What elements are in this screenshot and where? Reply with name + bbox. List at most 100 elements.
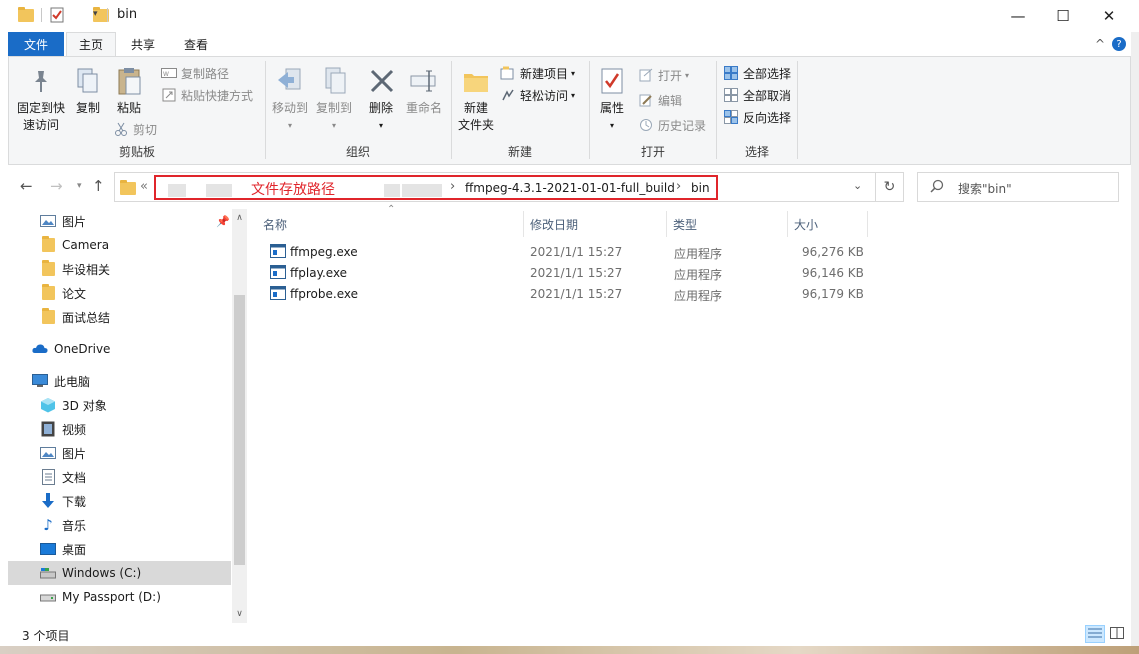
close-button[interactable]: ✕ bbox=[1086, 0, 1132, 32]
select-none-button[interactable]: 全部取消 bbox=[723, 85, 791, 105]
select-group: 全部选择 全部取消 反向选择 选择 bbox=[717, 57, 797, 164]
pin-quick-access-button[interactable]: 固定到快 速访问 bbox=[13, 65, 69, 134]
select-group-label: 选择 bbox=[744, 145, 769, 159]
redacted-path bbox=[206, 184, 232, 197]
nav-item-onedrive[interactable]: OneDrive bbox=[8, 337, 231, 361]
file-size: 96,276 KB bbox=[802, 245, 864, 259]
help-button[interactable]: ? bbox=[1111, 32, 1127, 56]
tab-home[interactable]: 主页 bbox=[66, 32, 116, 56]
scroll-up-icon[interactable]: ∧ bbox=[232, 211, 247, 225]
open-button[interactable]: 打开 ▾ bbox=[638, 65, 689, 85]
select-all-button[interactable]: 全部选择 bbox=[723, 63, 791, 83]
nav-scrollbar[interactable]: ∧ ∨ bbox=[232, 209, 247, 623]
rename-icon bbox=[408, 65, 440, 97]
exe-icon bbox=[270, 244, 286, 261]
new-group-label: 新建 bbox=[507, 145, 532, 159]
collapse-ribbon-button[interactable]: ^ bbox=[1093, 32, 1107, 56]
column-date[interactable]: 修改日期 bbox=[524, 211, 666, 237]
this-pc-icon bbox=[32, 373, 48, 389]
copy-path-button[interactable]: W 复制路径 bbox=[161, 63, 229, 83]
new-folder-button[interactable]: 新建 文件夹 bbox=[456, 65, 496, 134]
nav-item-this-pc[interactable]: 此电脑 bbox=[8, 369, 231, 393]
new-item-button[interactable]: 新建项目 ▾ bbox=[500, 63, 575, 83]
address-bar[interactable]: « 文件存放路径 › ffmpeg-4.3.1-2021-01-01-full_… bbox=[114, 172, 876, 202]
breadcrumb-ffmpeg[interactable]: ffmpeg-4.3.1-2021-01-01-full_build bbox=[465, 181, 675, 195]
column-size[interactable]: 大小 bbox=[788, 211, 867, 237]
table-row[interactable]: ffprobe.exe 2021/1/1 15:27 应用程序 96,179 K… bbox=[261, 284, 864, 305]
column-type[interactable]: 类型 bbox=[667, 211, 787, 237]
paste-button[interactable]: 粘贴 bbox=[109, 65, 149, 117]
properties-quick-access-icon[interactable] bbox=[50, 7, 64, 25]
details-view-button[interactable] bbox=[1085, 625, 1105, 643]
select-all-icon bbox=[723, 65, 739, 81]
column-name[interactable]: 名称 bbox=[257, 211, 523, 237]
scroll-thumb[interactable] bbox=[234, 295, 245, 565]
address-overflow[interactable]: « bbox=[140, 179, 148, 194]
nav-item-downloads[interactable]: 下载 bbox=[8, 489, 231, 513]
address-dropdown-icon[interactable]: ⌄ bbox=[853, 179, 862, 192]
edit-button[interactable]: 编辑 bbox=[638, 90, 682, 110]
file-name: ffplay.exe bbox=[290, 266, 348, 280]
file-date: 2021/1/1 15:27 bbox=[530, 245, 623, 259]
tab-file[interactable]: 文件 bbox=[8, 32, 64, 56]
paste-shortcut-button[interactable]: 粘贴快捷方式 bbox=[161, 85, 253, 105]
up-arrow-icon[interactable]: ↑ bbox=[92, 177, 105, 195]
maximize-button[interactable]: ☐ bbox=[1040, 0, 1086, 32]
dropdown-arrow-icon: ▾ bbox=[685, 70, 690, 80]
breadcrumb-chevron-icon[interactable]: › bbox=[450, 179, 455, 194]
properties-button[interactable]: 属性 ▾ bbox=[594, 65, 630, 134]
nav-item-3d-objects[interactable]: 3D 对象 bbox=[8, 393, 231, 417]
file-size: 96,179 KB bbox=[802, 287, 864, 301]
back-arrow-icon[interactable]: ← bbox=[20, 177, 33, 195]
tab-view[interactable]: 查看 bbox=[172, 32, 220, 56]
scroll-down-icon[interactable]: ∨ bbox=[232, 607, 247, 621]
nav-item-drive-c[interactable]: Windows (C:) bbox=[8, 561, 231, 585]
table-row[interactable]: ffplay.exe 2021/1/1 15:27 应用程序 96,146 KB bbox=[261, 263, 864, 284]
history-button[interactable]: 历史记录 bbox=[638, 115, 706, 135]
new-folder-label-1: 新建 bbox=[463, 101, 488, 115]
divider bbox=[797, 61, 798, 159]
minimize-button[interactable]: — bbox=[995, 0, 1041, 32]
invert-selection-button[interactable]: 反向选择 bbox=[723, 107, 791, 127]
details-view-icon bbox=[1088, 627, 1102, 642]
item-count: 3 个项目 bbox=[22, 629, 70, 643]
nav-item-music[interactable]: ♪ 音乐 bbox=[8, 513, 231, 537]
nav-item-drive-d[interactable]: My Passport (D:) bbox=[8, 585, 231, 609]
refresh-button[interactable]: ↻ bbox=[876, 172, 904, 202]
nav-item-pictures[interactable]: 图片 bbox=[8, 441, 231, 465]
delete-button[interactable]: 删除 ▾ bbox=[366, 65, 396, 134]
edit-label: 编辑 bbox=[658, 93, 683, 108]
nav-item-pictures-quick[interactable]: 图片 📌 bbox=[8, 209, 231, 233]
breadcrumb-chevron-icon[interactable]: › bbox=[676, 179, 681, 194]
move-to-button[interactable]: 移动到 ▾ bbox=[268, 65, 312, 134]
tab-share[interactable]: 共享 bbox=[120, 32, 166, 56]
recent-locations-icon[interactable]: ▾ bbox=[77, 181, 82, 191]
nav-item-papers[interactable]: 论文 bbox=[8, 281, 231, 305]
large-icons-view-button[interactable] bbox=[1107, 625, 1127, 643]
nav-item-label: 论文 bbox=[62, 286, 87, 301]
clipboard-group-label: 剪贴板 bbox=[118, 145, 155, 159]
paste-icon bbox=[113, 65, 145, 97]
nav-item-documents[interactable]: 文档 bbox=[8, 465, 231, 489]
copy-button[interactable]: 复制 bbox=[71, 65, 105, 117]
easy-access-button[interactable]: 轻松访问 ▾ bbox=[500, 85, 575, 105]
nav-item-interview[interactable]: 面试总结 bbox=[8, 305, 231, 329]
copy-to-button[interactable]: 复制到 ▾ bbox=[312, 65, 356, 134]
table-row[interactable]: ffmpeg.exe 2021/1/1 15:27 应用程序 96,276 KB bbox=[261, 242, 864, 263]
nav-item-desktop[interactable]: 桌面 bbox=[8, 537, 231, 561]
breadcrumb-bin[interactable]: bin bbox=[691, 181, 710, 195]
customize-quick-access-icon[interactable]: ▾ bbox=[93, 9, 98, 27]
dropdown-arrow-icon: ▾ bbox=[287, 121, 292, 130]
forward-arrow-icon[interactable]: → bbox=[50, 177, 63, 195]
nav-item-label: 文档 bbox=[62, 470, 87, 485]
nav-item-videos[interactable]: 视频 bbox=[8, 417, 231, 441]
pictures-icon bbox=[40, 445, 56, 461]
navigation-pane: 图片 📌 Camera 毕设相关 论文 面试总结 OneDrive 此电脑 3D… bbox=[8, 209, 247, 623]
cut-button[interactable]: 剪切 bbox=[113, 119, 157, 139]
file-type: 应用程序 bbox=[674, 247, 723, 261]
nav-item-camera[interactable]: Camera bbox=[8, 233, 231, 257]
rename-button[interactable]: 重命名 bbox=[402, 65, 446, 117]
nav-item-graduation[interactable]: 毕设相关 bbox=[8, 257, 231, 281]
organize-group: 移动到 ▾ 复制到 ▾ 删除 ▾ 重命名 组织 bbox=[266, 57, 450, 164]
search-box[interactable]: 搜索"bin" bbox=[917, 172, 1119, 202]
